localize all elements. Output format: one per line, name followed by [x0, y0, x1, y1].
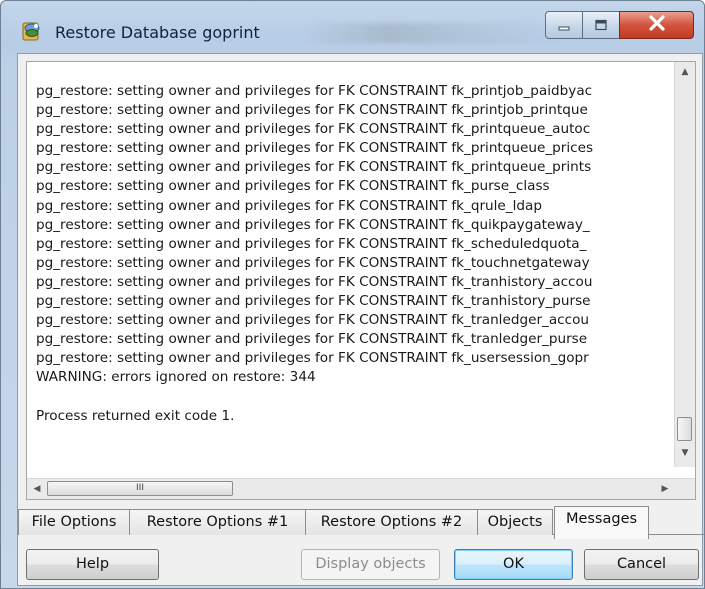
title-bar[interactable]: Restore Database goprint	[1, 1, 704, 51]
log-line: pg_restore: setting owner and privileges…	[36, 312, 590, 329]
log-line: pg_restore: setting owner and privileges…	[36, 331, 588, 348]
tab-restore-options-2[interactable]: Restore Options #2	[305, 509, 478, 535]
close-icon	[648, 15, 666, 35]
ok-button[interactable]: OK	[454, 549, 573, 580]
help-button[interactable]: Help	[26, 549, 159, 580]
log-text: pg_restore: setting owner and privileges…	[36, 82, 670, 426]
restore-database-window: Restore Database goprint pg_restore: set…	[0, 0, 705, 589]
close-button[interactable]	[619, 11, 694, 39]
tab-file-options[interactable]: File Options	[18, 509, 130, 535]
dialog-content: pg_restore: setting owner and privileges…	[17, 53, 704, 586]
scroll-up-arrow-icon[interactable]: ▲	[675, 64, 695, 80]
scroll-down-arrow-icon[interactable]: ▼	[675, 445, 695, 461]
log-line: WARNING: errors ignored on restore: 344	[36, 369, 316, 386]
log-line: pg_restore: setting owner and privileges…	[36, 140, 594, 157]
log-line: pg_restore: setting owner and privileges…	[36, 235, 587, 252]
log-line: Process returned exit code 1.	[36, 407, 235, 424]
maximize-icon	[594, 16, 608, 35]
tab-objects[interactable]: Objects	[477, 509, 553, 535]
log-line: pg_restore: setting owner and privileges…	[36, 350, 589, 367]
log-line: pg_restore: setting owner and privileges…	[36, 102, 588, 119]
minimize-icon	[557, 16, 571, 35]
tab-restore-options-1[interactable]: Restore Options #1	[129, 509, 306, 535]
log-line: pg_restore: setting owner and privileges…	[36, 121, 591, 138]
log-line: pg_restore: setting owner and privileges…	[36, 293, 591, 310]
scroll-right-arrow-icon[interactable]: ▶	[657, 479, 673, 499]
log-line: pg_restore: setting owner and privileges…	[36, 197, 542, 214]
cancel-button[interactable]: Cancel	[584, 549, 699, 580]
scroll-grip-icon: III	[136, 483, 144, 493]
log-line: pg_restore: setting owner and privileges…	[36, 216, 590, 233]
log-line: pg_restore: setting owner and privileges…	[36, 254, 590, 271]
horizontal-scroll-thumb[interactable]: III	[47, 481, 233, 496]
log-line: pg_restore: setting owner and privileges…	[36, 178, 550, 195]
log-line: pg_restore: setting owner and privileges…	[36, 273, 593, 290]
caption-buttons	[545, 11, 697, 41]
horizontal-scrollbar[interactable]: ◀ III ▶	[27, 478, 695, 499]
tab-messages[interactable]: Messages	[554, 506, 649, 539]
maximize-button[interactable]	[582, 11, 620, 39]
log-line: pg_restore: setting owner and privileges…	[36, 83, 593, 99]
minimize-button[interactable]	[545, 11, 583, 39]
pgadmin-app-icon	[22, 20, 42, 42]
tab-strip: File Options Restore Options #1 Restore …	[18, 505, 704, 539]
window-title: Restore Database goprint	[55, 23, 260, 42]
display-objects-button[interactable]: Display objects	[301, 549, 440, 580]
vertical-scroll-thumb[interactable]	[677, 417, 692, 441]
scroll-left-arrow-icon[interactable]: ◀	[29, 479, 45, 499]
vertical-scrollbar[interactable]: ▲ ▼	[674, 62, 695, 467]
messages-log[interactable]: pg_restore: setting owner and privileges…	[26, 61, 696, 500]
log-line: pg_restore: setting owner and privileges…	[36, 159, 592, 176]
title-bar-blur	[301, 23, 561, 43]
